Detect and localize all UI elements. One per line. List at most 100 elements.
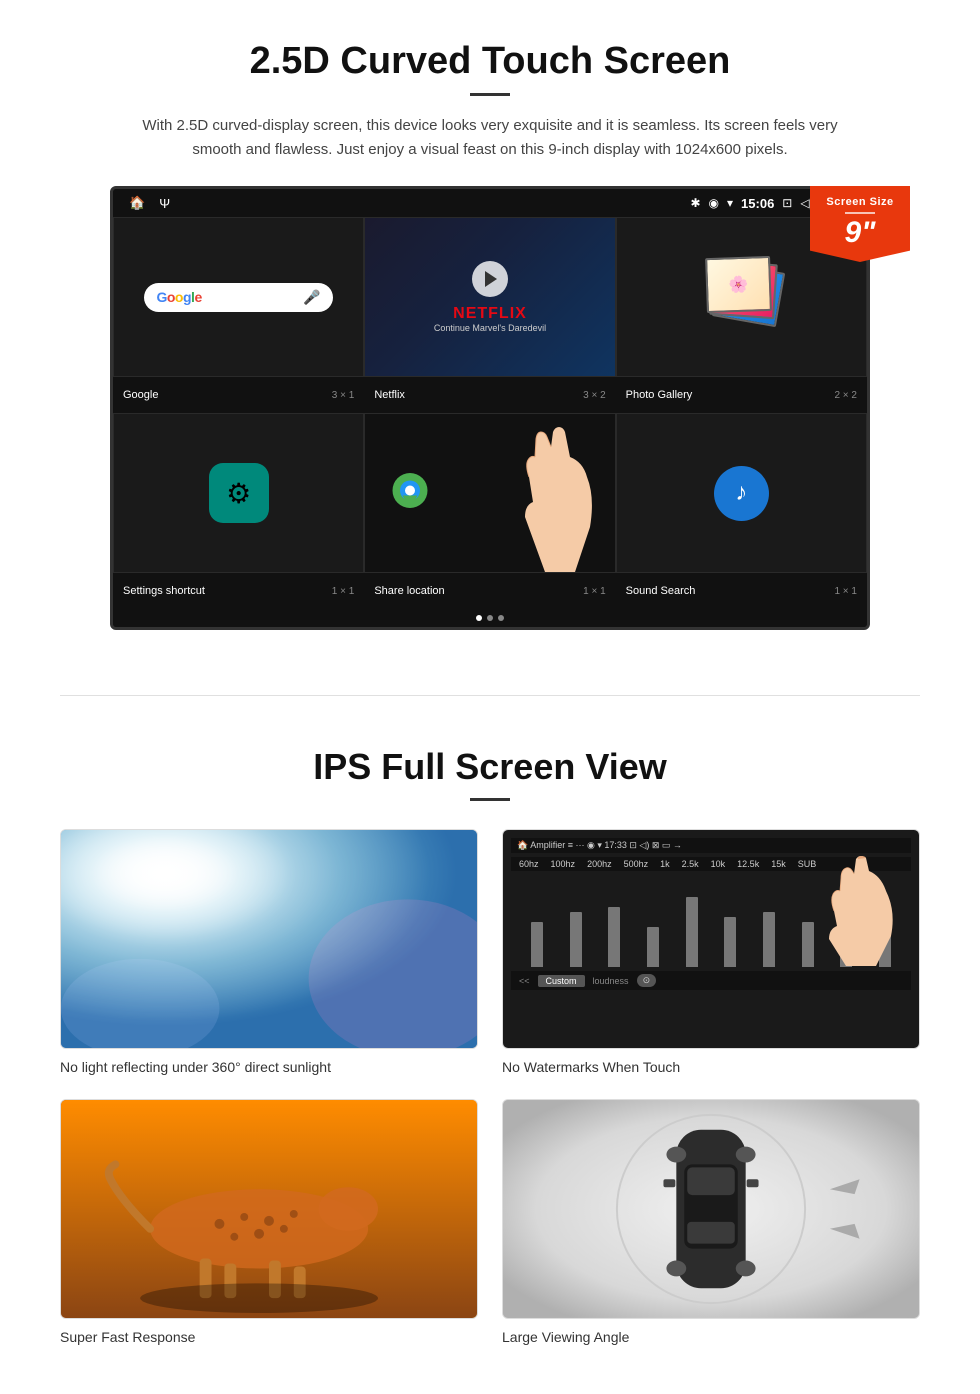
cheetah-image [60,1099,478,1319]
google-app-cell[interactable]: Google 🎤 [113,217,364,377]
screen-badge: Screen Size 9" [810,186,910,262]
share-label-name: Share location [374,585,444,597]
feature-cheetah: Super Fast Response [60,1099,478,1345]
settings-label-size: 1 × 1 [332,586,355,597]
gallery-label-name: Photo Gallery [626,389,693,401]
eq-bar-2 [570,912,582,967]
gallery-label: Photo Gallery 2 × 2 [616,385,867,405]
eq-bar-wrap-7 [751,912,787,967]
eq-bar-4 [647,927,659,967]
hand-image [515,427,605,572]
eq-bar-3 [608,907,620,967]
app-grid-row1: Google 🎤 NETFLIX Continue Marvel's Dared… [113,217,867,377]
netflix-play-button[interactable] [472,261,508,297]
netflix-label-name: Netflix [374,389,405,401]
dots-indicator [113,609,867,627]
play-triangle-icon [485,271,497,287]
google-label-size: 3 × 1 [332,390,355,401]
eq-statusbar: 🏠 Amplifier ≡ ··· ◉ ▾ 17:33 ⊡ ◁) ⊠ ▭ → [511,838,911,853]
eq-bottom-bar: << Custom loudness ⊙ [511,971,911,990]
section-ips: IPS Full Screen View [0,726,980,1385]
eq-app-title: 🏠 Amplifier ≡ ··· ◉ ▾ 17:33 ⊡ ◁) ⊠ ▭ → [517,840,682,851]
status-bar-left: 🏠 Ψ [129,195,170,211]
eq-bar-1 [531,922,543,967]
eq-bar-wrap-1 [519,922,555,967]
settings-label-name: Settings shortcut [123,585,205,597]
share-content [365,414,614,572]
netflix-label-size: 3 × 2 [583,390,606,401]
feature-equalizer: 🏠 Amplifier ≡ ··· ◉ ▾ 17:33 ⊡ ◁) ⊠ ▭ → 6… [502,829,920,1075]
feature-cheetah-label: Super Fast Response [60,1329,478,1345]
feature-sunlight: No light reflecting under 360° direct su… [60,829,478,1075]
dot-2 [487,615,493,621]
eq-bar-7 [763,912,775,967]
eq-back-btn[interactable]: << [519,976,530,986]
share-label: Share location 1 × 1 [364,581,615,601]
sound-icon: ♪ [714,466,769,521]
equalizer-image: 🏠 Amplifier ≡ ··· ◉ ▾ 17:33 ⊡ ◁) ⊠ ▭ → 6… [502,829,920,1049]
status-bar: 🏠 Ψ ✱ ◉ ▾ 15:06 ⊡ ◁) ⊠ ▭ [113,189,867,217]
section1-description: With 2.5D curved-display screen, this de… [140,114,840,162]
eq-bar-6 [724,917,736,967]
eq-loudness-toggle[interactable]: ⊙ [637,974,657,987]
status-time: 15:06 [741,196,774,211]
eq-bar-wrap-6 [713,917,749,967]
sound-label-name: Sound Search [626,585,696,597]
app-grid-row2: ⚙ [113,413,867,573]
home-icon[interactable]: 🏠 [129,195,145,211]
settings-app-cell[interactable]: ⚙ [113,413,364,573]
feature-car-label: Large Viewing Angle [502,1329,920,1345]
eq-custom-btn[interactable]: Custom [538,975,585,987]
google-label-name: Google [123,389,158,401]
eq-hand [821,856,901,971]
android-screen: 🏠 Ψ ✱ ◉ ▾ 15:06 ⊡ ◁) ⊠ ▭ [110,186,870,630]
section-curved: 2.5D Curved Touch Screen With 2.5D curve… [0,0,980,665]
netflix-subtitle: Continue Marvel's Daredevil [434,323,546,333]
sound-app-cell[interactable]: ♪ [616,413,867,573]
share-label-size: 1 × 1 [583,586,606,597]
google-logo: Google [156,289,201,305]
wifi-icon: ▾ [727,196,733,210]
title-underline [470,93,510,96]
gallery-photo-3: 🌸 [705,256,772,313]
sunlight-image [60,829,478,1049]
app-labels-row2: Settings shortcut 1 × 1 Share location 1… [113,573,867,609]
settings-label: Settings shortcut 1 × 1 [113,581,364,601]
netflix-logo: NETFLIX [453,305,527,323]
mic-icon[interactable]: 🎤 [303,289,320,306]
sound-label: Sound Search 1 × 1 [616,581,867,601]
section2-title: IPS Full Screen View [60,746,920,788]
eq-bar-5 [686,897,698,967]
eq-bar-8 [802,922,814,967]
google-searchbar[interactable]: Google 🎤 [144,283,332,312]
dot-1 [476,615,482,621]
netflix-app-cell[interactable]: NETFLIX Continue Marvel's Daredevil [364,217,615,377]
eq-bar-wrap-5 [674,897,710,967]
location-icon: ◉ [709,196,719,210]
app-labels-row1: Google 3 × 1 Netflix 3 × 2 Photo Gallery… [113,377,867,413]
netflix-content: NETFLIX Continue Marvel's Daredevil [434,218,546,376]
section2-underline [470,798,510,801]
eq-bar-wrap-4 [635,927,671,967]
google-label: Google 3 × 1 [113,385,364,405]
badge-line [845,212,875,214]
feature-car: Large Viewing Angle [502,1099,920,1345]
share-app-cell[interactable] [364,413,615,573]
gmaps-icon [385,468,435,518]
bluetooth-icon: ✱ [690,196,700,210]
feature-grid: No light reflecting under 360° direct su… [60,829,920,1345]
feature-sunlight-label: No light reflecting under 360° direct su… [60,1059,478,1075]
dot-3 [498,615,504,621]
section1-title: 2.5D Curved Touch Screen [60,40,920,83]
eq-bar-wrap-3 [596,907,632,967]
gallery-label-size: 2 × 2 [834,390,857,401]
eq-bar-wrap-2 [558,912,594,967]
gallery-stack: 🌸 [701,257,781,337]
usb-icon: Ψ [159,196,170,211]
device-area: Screen Size 9" 🏠 Ψ ✱ ◉ ▾ 15:06 ⊡ ◁) ⊠ [80,186,900,630]
feature-equalizer-label: No Watermarks When Touch [502,1059,920,1075]
eq-loudness-label: loudness [593,976,629,986]
section-divider [60,695,920,696]
sound-label-size: 1 × 1 [834,586,857,597]
eq-bars-container [511,871,911,971]
